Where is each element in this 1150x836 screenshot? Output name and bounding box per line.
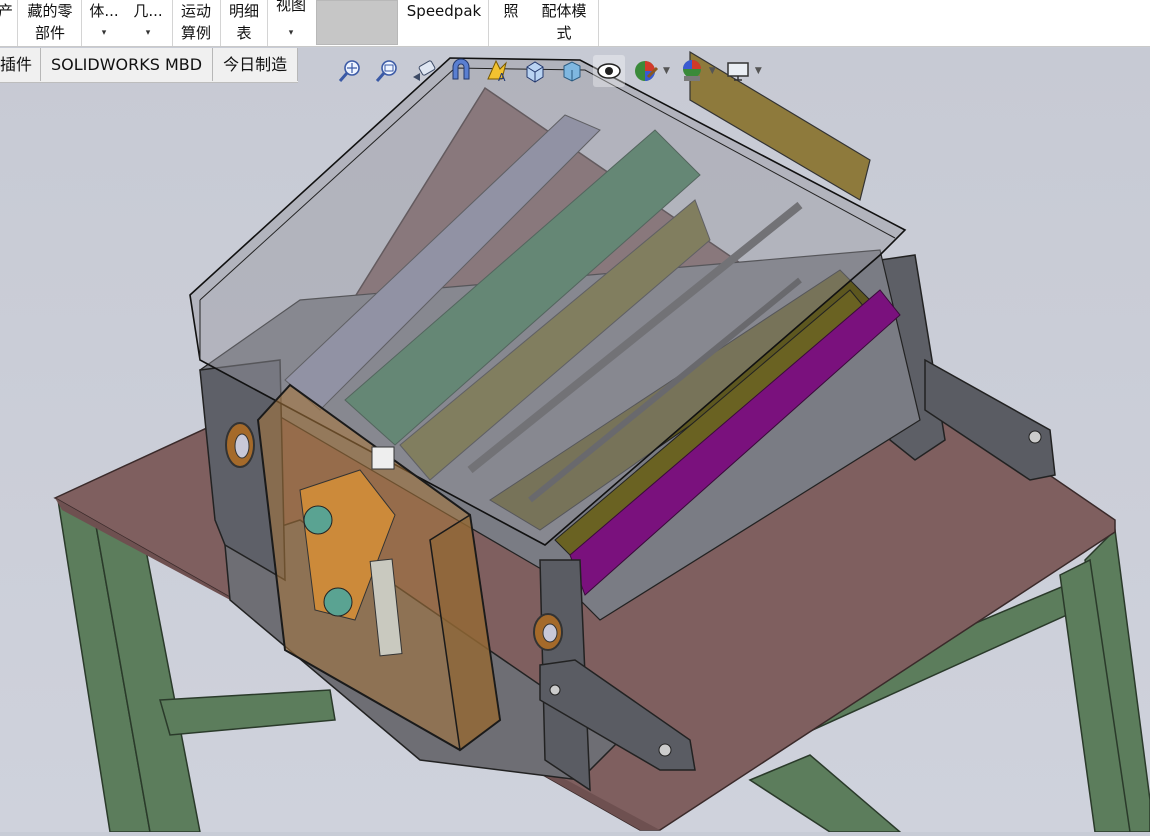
chevron-down-icon[interactable]: ▼ xyxy=(709,66,716,76)
bill-of-materials-button[interactable]: 明细 表 xyxy=(224,0,264,46)
geometry-dropdown-button[interactable]: 几... ▾ xyxy=(130,0,166,46)
command-ribbon: 产 藏的零 部件 体... ▾ 几... ▾ 运动 算例 明细 表 视图 ▾ S… xyxy=(0,0,1150,47)
assembly-model[interactable] xyxy=(0,48,1150,833)
ribbon-edge-label: 产 xyxy=(0,2,14,20)
chevron-down-icon[interactable]: ▼ xyxy=(755,66,762,76)
hide-show-items-icon[interactable] xyxy=(593,55,625,87)
hidden-components-button[interactable]: 藏的零 部件 xyxy=(22,0,78,46)
view-orientation-icon[interactable] xyxy=(519,55,551,87)
ribbon-label: 几... xyxy=(133,2,163,20)
ribbon-separator xyxy=(488,0,489,46)
command-manager-tabs: 插件 SOLIDWORKS MBD 今日制造 xyxy=(0,48,299,83)
bracket-bolt-hole xyxy=(658,743,672,757)
chevron-down-icon[interactable]: ▼ xyxy=(663,66,670,76)
ribbon-label: 表 xyxy=(236,24,252,42)
ribbon-label: Speedpak xyxy=(406,2,482,20)
ribbon-label: 藏的零 xyxy=(27,2,73,20)
ribbon-separator xyxy=(598,0,599,46)
bracket-bolt-hole xyxy=(549,684,561,696)
ribbon-label: 配体模 xyxy=(541,2,587,20)
ribbon-separator xyxy=(267,0,268,46)
section-view-icon[interactable] xyxy=(445,55,477,87)
previous-view-icon[interactable] xyxy=(408,55,440,87)
apply-scene-icon[interactable] xyxy=(676,55,708,87)
ribbon-label: 视图 xyxy=(275,0,306,14)
ribbon-label: 明细 xyxy=(228,2,259,20)
chevron-down-icon: ▾ xyxy=(101,28,107,38)
view-dropdown-button[interactable]: 视图 ▾ xyxy=(271,0,311,46)
snapshot-button[interactable]: 照 xyxy=(496,0,526,46)
ribbon-label: 算例 xyxy=(180,24,211,42)
motion-study-button[interactable]: 运动 算例 xyxy=(176,0,216,46)
chevron-down-icon: ▾ xyxy=(145,28,151,38)
cam-wheel xyxy=(323,587,353,617)
front-bearing-inner xyxy=(542,623,558,643)
ribbon-label: 照 xyxy=(503,2,519,20)
ribbon-label: 部件 xyxy=(34,24,65,42)
assembly-mode-button[interactable]: 配体模 式 xyxy=(534,0,594,46)
bracket-bolt-hole xyxy=(1028,430,1042,444)
chevron-down-icon: ▾ xyxy=(288,28,294,38)
ribbon-label: 式 xyxy=(556,24,572,42)
tab-solidworks-mbd[interactable]: SOLIDWORKS MBD xyxy=(41,48,214,81)
edit-appearance-icon[interactable] xyxy=(630,55,662,87)
ribbon-label: 体... xyxy=(89,2,119,20)
display-style-icon[interactable] xyxy=(556,55,588,87)
graphics-viewport[interactable] xyxy=(0,48,1150,833)
left-bearing-inner xyxy=(234,433,250,459)
zoom-to-area-icon[interactable] xyxy=(371,55,403,87)
speedpak-button[interactable]: Speedpak xyxy=(404,0,484,46)
dynamic-annotation-views-icon[interactable]: A xyxy=(482,55,514,87)
ribbon-separator xyxy=(172,0,173,46)
ribbon-separator xyxy=(220,0,221,46)
ribbon-preview-swatch[interactable] xyxy=(316,0,398,45)
sensor-block xyxy=(371,446,395,470)
view-settings-icon[interactable] xyxy=(722,55,754,87)
ribbon-separator xyxy=(17,0,18,46)
tab-plugins[interactable]: 插件 xyxy=(0,48,42,81)
svg-text:A: A xyxy=(498,71,506,84)
ribbon-label: 运动 xyxy=(180,2,211,20)
heads-up-view-toolbar: A ▼ ▼ ▼ xyxy=(334,52,768,90)
tab-today-manufacturing[interactable]: 今日制造 xyxy=(213,48,299,81)
zoom-to-fit-icon[interactable] xyxy=(334,55,366,87)
ribbon-separator xyxy=(81,0,82,46)
body-dropdown-button[interactable]: 体... ▾ xyxy=(86,0,122,46)
cam-wheel xyxy=(303,505,333,535)
